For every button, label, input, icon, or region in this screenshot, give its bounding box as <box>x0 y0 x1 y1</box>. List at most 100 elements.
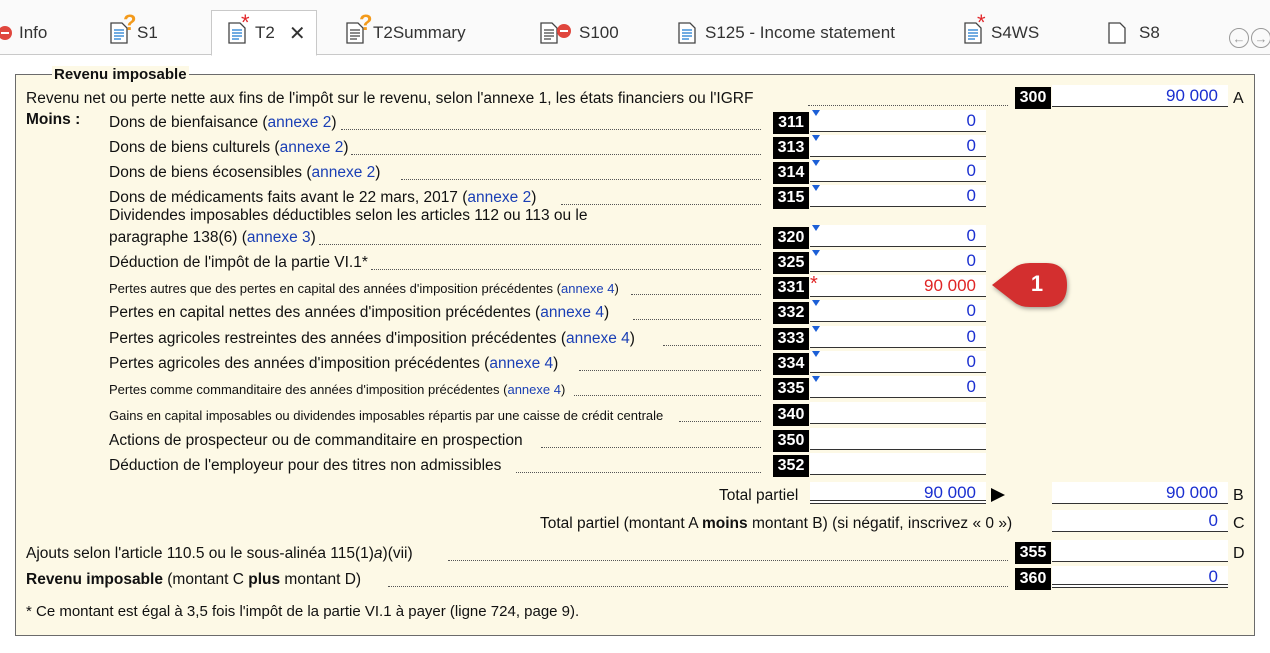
line-314-field[interactable]: 0 <box>810 160 986 182</box>
deduction-label: Pertes en capital nettes des années d'im… <box>109 304 610 321</box>
line-350-field[interactable] <box>810 428 986 450</box>
required-star-icon: * <box>810 273 818 295</box>
line-320-field[interactable]: 0 <box>810 225 986 247</box>
tab-label: S1 <box>137 22 158 42</box>
dropdown-marker-icon[interactable] <box>812 225 820 231</box>
leader-dots <box>448 560 1008 561</box>
schedule-link[interactable]: annexe 4 <box>489 355 553 372</box>
schedule-link[interactable]: annexe 2 <box>467 189 531 206</box>
tab-t2[interactable]: * T2 ✕ <box>211 10 317 56</box>
tab-info[interactable]: Info <box>0 10 47 55</box>
blank-page-icon <box>1108 20 1136 46</box>
deduction-label-line1: Dividendes imposables déductibles selon … <box>109 207 588 224</box>
tab-s100[interactable]: S100 <box>540 10 619 55</box>
deduction-label: Pertes autres que des pertes en capital … <box>109 281 619 296</box>
schedule-link[interactable]: annexe 2 <box>311 164 375 181</box>
line-355-field[interactable] <box>1052 540 1228 562</box>
line-352-field[interactable] <box>810 453 986 475</box>
line-334-field[interactable]: 0 <box>810 351 986 373</box>
line-code-332: 332 <box>773 302 809 324</box>
tab-label: S125 - Income statement <box>705 22 895 42</box>
line-335-field[interactable]: 0 <box>810 376 986 398</box>
callout-number: 1 <box>1030 271 1044 296</box>
leader-dots <box>631 294 761 295</box>
line-code-314: 314 <box>773 162 809 184</box>
schedule-link[interactable]: annexe 2 <box>280 139 344 156</box>
tab-s4ws[interactable]: * S4WS <box>964 10 1039 55</box>
leader-dots <box>341 129 761 130</box>
line-332-field[interactable]: 0 <box>810 300 986 322</box>
deduction-label: Pertes comme commanditaire des années d'… <box>109 382 566 397</box>
error-circle-icon <box>0 20 16 46</box>
dropdown-marker-icon[interactable] <box>812 250 820 256</box>
document-question-icon: ? <box>110 11 136 46</box>
schedule-link[interactable]: annexe 4 <box>507 382 561 397</box>
document-error-icon <box>540 20 576 46</box>
letter-a: A <box>1233 90 1244 107</box>
tab-s125[interactable]: S125 - Income statement <box>678 10 895 55</box>
leader-dots <box>808 105 1008 106</box>
deduction-label: Dons de biens écosensibles (annexe 2) <box>109 164 381 181</box>
deduction-label: Dons de biens culturels (annexe 2) <box>109 139 349 156</box>
dropdown-marker-icon[interactable] <box>812 300 820 306</box>
schedule-link[interactable]: annexe 2 <box>268 114 332 131</box>
leader-dots <box>541 447 761 448</box>
deduction-label: Pertes agricoles restreintes des années … <box>109 330 635 347</box>
deduction-label: Déduction de l'employeur pour des titres… <box>109 457 502 474</box>
tab-bar: Info ? S1 * T2 ✕ ? T2Summary S100 S125 -… <box>0 0 1270 56</box>
arrow-right-icon <box>991 488 1005 502</box>
dropdown-marker-icon[interactable] <box>812 376 820 382</box>
scroll-tabs-right-button[interactable]: → <box>1251 28 1270 48</box>
line-331-field[interactable]: 90 000 <box>810 275 986 297</box>
line-333-field[interactable]: 0 <box>810 326 986 348</box>
dropdown-marker-icon[interactable] <box>812 135 820 141</box>
tab-label: T2 <box>255 23 275 42</box>
tab-label: S8 <box>1139 22 1160 42</box>
tab-s1[interactable]: ? S1 <box>110 10 158 55</box>
line-315-field[interactable]: 0 <box>810 185 986 207</box>
document-question-icon: ? <box>346 11 372 46</box>
letter-b: B <box>1233 487 1244 504</box>
tab-s8[interactable]: S8 <box>1108 10 1160 55</box>
schedule-link[interactable]: annexe 4 <box>561 281 615 296</box>
line-code-335: 335 <box>773 378 809 400</box>
line-code-355: 355 <box>1015 542 1051 564</box>
schedule-link[interactable]: annexe 4 <box>540 304 604 321</box>
dropdown-marker-icon[interactable] <box>812 351 820 357</box>
schedule-link[interactable]: annexe 3 <box>247 229 311 246</box>
scroll-tabs-left-button[interactable]: ← <box>1229 28 1249 48</box>
line-300-field[interactable]: 90 000 <box>1052 85 1228 107</box>
line-c-field: 0 <box>1052 510 1228 532</box>
total-partiel-b-field: 90 000 <box>1052 482 1228 504</box>
line-code-360: 360 <box>1015 568 1051 590</box>
deduction-label: Actions de prospecteur ou de commanditai… <box>109 432 523 449</box>
document-star-icon: * <box>228 12 252 46</box>
deduction-label: Pertes agricoles des années d'imposition… <box>109 355 559 372</box>
tab-t2summary[interactable]: ? T2Summary <box>346 10 466 55</box>
close-tab-icon[interactable]: ✕ <box>289 21 306 46</box>
dropdown-marker-icon[interactable] <box>812 160 820 166</box>
line-355-label: Ajouts selon l'article 110.5 ou le sous-… <box>26 545 413 562</box>
line-code-334: 334 <box>773 353 809 375</box>
line-340-field[interactable] <box>810 402 986 424</box>
leader-dots <box>319 244 761 245</box>
total-partiel-label: Total partiel <box>719 487 799 504</box>
dropdown-marker-icon[interactable] <box>812 185 820 191</box>
dropdown-marker-icon[interactable] <box>812 110 820 116</box>
line-code-315: 315 <box>773 187 809 209</box>
leader-dots <box>633 319 761 320</box>
line-360-field: 0 <box>1052 566 1228 588</box>
line-360-label: Revenu imposable (montant C plus montant… <box>26 571 362 588</box>
line-code-313: 313 <box>773 137 809 159</box>
line-313-field[interactable]: 0 <box>810 135 986 157</box>
line-code-300: 300 <box>1015 87 1051 109</box>
section-title: Revenu imposable <box>52 66 189 83</box>
leader-dots <box>371 269 761 270</box>
line-code-311: 311 <box>773 112 809 134</box>
dropdown-marker-icon[interactable] <box>812 326 820 332</box>
leader-dots <box>516 472 761 473</box>
line-311-field[interactable]: 0 <box>810 110 986 132</box>
line-325-field[interactable]: 0 <box>810 250 986 272</box>
schedule-link[interactable]: annexe 4 <box>566 330 630 347</box>
deduction-label: paragraphe 138(6) (annexe 3) <box>109 229 316 246</box>
